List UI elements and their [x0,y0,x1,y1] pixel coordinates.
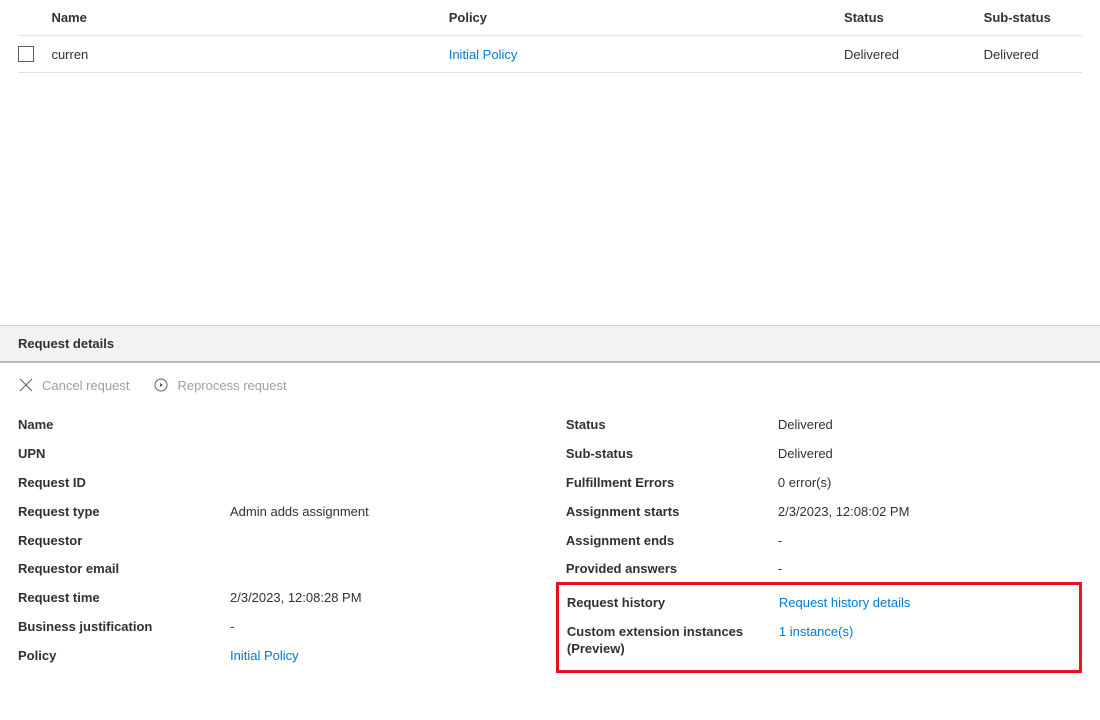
label-custom-extension-instances: Custom extension instances (Preview) [567,624,779,658]
value-request-time: 2/3/2023, 12:08:28 PM [230,590,566,607]
header-name[interactable]: Name [51,10,448,25]
value-fulfillment-errors: 0 error(s) [778,475,1082,492]
label-upn: UPN [18,446,230,463]
label-provided-answers: Provided answers [566,561,778,578]
value-request-type: Admin adds assignment [230,504,566,521]
row-checkbox[interactable] [18,46,34,62]
label-fulfillment-errors: Fulfillment Errors [566,475,778,492]
value-status: Delivered [778,417,1082,434]
reprocess-request-label: Reprocess request [177,378,286,393]
label-status: Status [566,417,778,434]
label-requestor: Requestor [18,533,230,550]
action-bar: Cancel request Reprocess request [0,363,1100,405]
value-requestor [230,533,566,550]
label-assignment-starts: Assignment starts [566,504,778,521]
cancel-request-button: Cancel request [18,377,129,393]
label-request-history: Request history [567,595,779,612]
value-assignment-starts: 2/3/2023, 12:08:02 PM [778,504,1082,521]
close-icon [18,377,34,393]
value-provided-answers: - [778,561,1082,578]
label-request-time: Request time [18,590,230,607]
cancel-request-label: Cancel request [42,378,129,393]
value-request-id [230,475,566,492]
highlight-box: Request historyRequest history details C… [556,582,1082,673]
header-substatus[interactable]: Sub-status [984,10,1082,25]
row-policy-link[interactable]: Initial Policy [449,47,518,62]
link-request-history-details[interactable]: Request history details [779,595,911,610]
label-name: Name [18,417,230,434]
label-substatus: Sub-status [566,446,778,463]
value-business-justification: - [230,619,566,636]
row-substatus: Delivered [984,47,1082,62]
value-requestor-email [230,561,566,578]
header-status[interactable]: Status [844,10,984,25]
table-header: Name Policy Status Sub-status [18,0,1082,36]
value-substatus: Delivered [778,446,1082,463]
value-assignment-ends: - [778,533,1082,550]
row-status: Delivered [844,47,984,62]
link-extension-instances[interactable]: 1 instance(s) [779,624,853,639]
label-requestor-email: Requestor email [18,561,230,578]
label-request-type: Request type [18,504,230,521]
reprocess-request-button: Reprocess request [153,377,286,393]
label-request-id: Request ID [18,475,230,492]
row-name: curren [51,47,448,62]
header-policy[interactable]: Policy [449,10,844,25]
value-policy-link[interactable]: Initial Policy [230,648,299,663]
label-policy: Policy [18,648,230,665]
value-upn [230,446,566,463]
details-panel-title: Request details [0,325,1100,363]
value-name [230,417,566,434]
table-row[interactable]: curren Initial Policy Delivered Delivere… [18,36,1082,73]
reprocess-icon [153,377,169,393]
label-business-justification: Business justification [18,619,230,636]
label-assignment-ends: Assignment ends [566,533,778,550]
